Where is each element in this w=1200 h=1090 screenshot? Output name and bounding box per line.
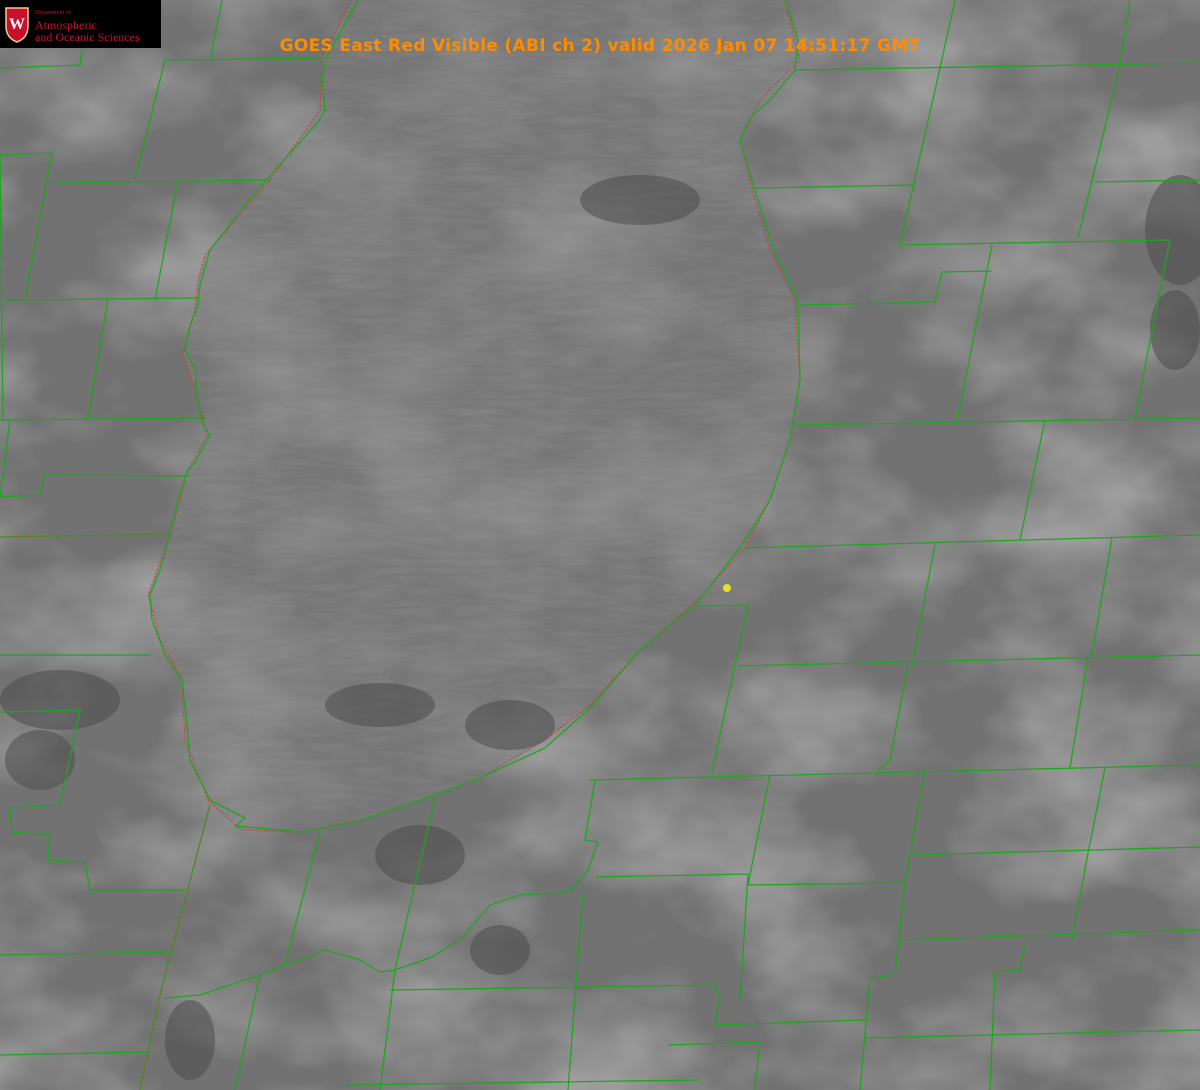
image-title: GOES East Red Visible (ABI ch 2) valid 2…	[279, 36, 921, 56]
logo-department: Department of	[35, 10, 72, 16]
satellite-image	[0, 0, 1200, 1090]
location-marker-icon	[723, 584, 731, 592]
svg-text:W: W	[9, 16, 25, 33]
